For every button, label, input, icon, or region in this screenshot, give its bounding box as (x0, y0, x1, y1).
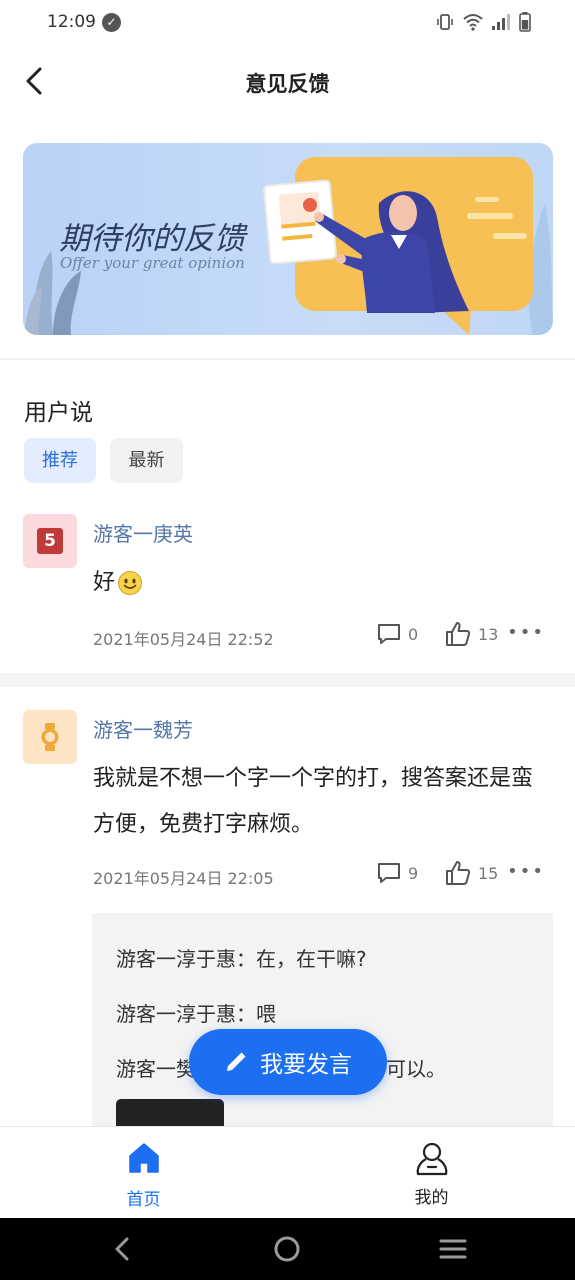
comment-icon (378, 624, 400, 644)
nav-home[interactable]: 首页 (0, 1127, 287, 1219)
banner-subtitle: Offer your great opinion (60, 254, 245, 272)
post-body: 我就是不想一个字一个字的打，搜答案还是蛮方便，免费打字麻烦。 (93, 766, 534, 837)
pencil-icon (227, 1052, 246, 1071)
status-icons (435, 12, 531, 32)
home-circle-icon (274, 1236, 300, 1262)
comment-button[interactable]: 0 (376, 622, 418, 646)
tab-latest[interactable]: 最新 (110, 438, 183, 483)
post-body: 好 (93, 560, 553, 606)
comment-count: 0 (408, 624, 419, 644)
user-name[interactable]: 游客一魏芳 (93, 714, 193, 743)
user-name[interactable]: 游客一庚英 (93, 518, 193, 547)
nav-home-label: 首页 (126, 1190, 161, 1210)
divider (0, 358, 575, 360)
feedback-banner: 期待你的反馈 Offer your great opinion (23, 143, 553, 335)
page-title: 意见反馈 (245, 72, 330, 96)
like-button[interactable]: 13 (444, 620, 498, 648)
recents-icon (439, 1239, 467, 1259)
comment-icon (378, 863, 400, 883)
banner-title: 期待你的反馈 (59, 221, 245, 257)
avatar[interactable]: 5 (23, 514, 77, 568)
watch-icon (41, 723, 59, 751)
more-options-button[interactable]: ••• (507, 622, 545, 643)
signal-icon (492, 14, 510, 30)
user-icon (416, 1142, 447, 1176)
wifi-icon (463, 14, 483, 31)
reply-item[interactable]: 游客一淳于惠：在，在干嘛? (116, 943, 367, 972)
reply-item[interactable]: 游客一樊 (116, 1053, 196, 1082)
status-time: 12:09 (47, 12, 96, 32)
comment-button[interactable]: 9 (376, 861, 418, 885)
post-text: 好 (93, 570, 116, 595)
thumbs-up-icon (446, 622, 471, 646)
bottom-nav: 首页 我的 (0, 1126, 575, 1218)
nav-mine[interactable]: 我的 (288, 1127, 575, 1219)
avatar[interactable] (23, 710, 77, 764)
battery-icon (519, 12, 531, 32)
vibrate-icon (437, 14, 453, 30)
like-count: 13 (478, 624, 499, 644)
system-back-button[interactable] (108, 1235, 136, 1267)
reply-item-tail: 可以。 (386, 1057, 446, 1081)
status-bar: 12:09 ✓ (0, 0, 575, 48)
post-time: 2021年05月24日 22:52 (93, 630, 274, 649)
system-recents-button[interactable] (439, 1235, 467, 1267)
tab-recommend[interactable]: 推荐 (24, 438, 96, 483)
post-comment-button[interactable]: 我要发言 (189, 1029, 387, 1095)
app-header: 意见反馈 (0, 48, 575, 118)
post-time: 2021年05月24日 22:05 (93, 869, 274, 888)
check-icon: ✓ (102, 13, 121, 32)
back-triangle-icon (115, 1237, 129, 1261)
like-count: 15 (478, 863, 499, 883)
nav-mine-label: 我的 (414, 1188, 449, 1208)
section-title: 用户说 (24, 400, 93, 426)
thumbs-up-icon (446, 861, 471, 885)
system-home-button[interactable] (273, 1235, 301, 1267)
reply-item[interactable]: 游客一淳于惠：喂 (116, 998, 276, 1027)
comment-count: 9 (408, 863, 419, 883)
more-options-button[interactable]: ••• (507, 861, 545, 882)
like-button[interactable]: 15 (444, 859, 498, 887)
reply-image-thumbnail[interactable] (116, 1099, 224, 1127)
home-icon (128, 1143, 159, 1173)
post-comment-label: 我要发言 (260, 1052, 352, 1078)
avatar-badge: 5 (37, 528, 63, 554)
system-nav-bar (0, 1218, 575, 1280)
post-divider (0, 673, 575, 687)
smile-emoji-icon (118, 571, 143, 595)
